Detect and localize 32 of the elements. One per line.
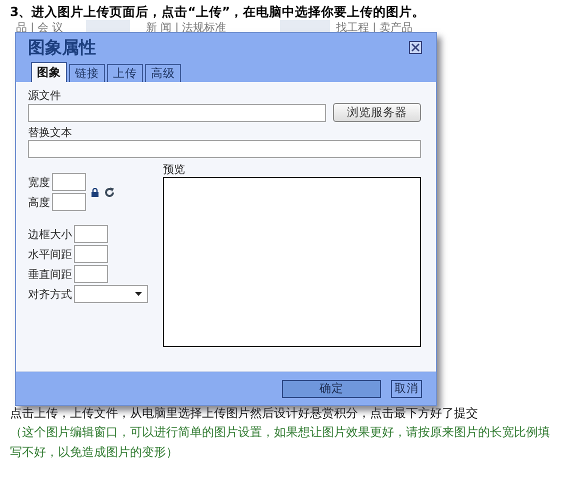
spacing-field[interactable] (74, 225, 108, 243)
field-label: 高度 (28, 194, 50, 210)
field-label: 宽度 (28, 174, 50, 190)
alt-text-field[interactable] (28, 140, 421, 158)
tab[interactable]: 高级 (145, 64, 181, 82)
width-field[interactable] (52, 173, 86, 191)
field-label: 对齐方式 (28, 286, 72, 302)
instruction-text: 点击上传，上传文件，从电脑里选择上传图片然后设计好悬赏积分，点击最下方好了提交 (9, 405, 479, 422)
field-label: 源文件 (28, 88, 62, 103)
source-field[interactable] (28, 104, 326, 122)
field-label: 边框大小 (28, 226, 72, 242)
dialog-title: 图象属性 (28, 37, 96, 59)
lock-icon[interactable] (91, 188, 99, 196)
reset-icon[interactable] (104, 186, 115, 198)
note-text: （这个图片编辑窗口，可以进行简单的图片设置，如果想让图片效果更好，请按原来图片的长宽比例填写不好，以免造成图片的变形） (9, 424, 551, 461)
align-dropdown[interactable] (74, 285, 148, 303)
tab[interactable]: 上传 (107, 64, 143, 82)
field-label: 替换文本 (28, 125, 73, 140)
preview-label: 预览 (163, 162, 186, 177)
cancel-button[interactable]: 取消 (391, 380, 422, 398)
spacing-field[interactable] (74, 245, 108, 263)
field-label: 水平间距 (28, 246, 72, 262)
height-field[interactable] (52, 193, 86, 211)
tab[interactable]: 链接 (69, 64, 105, 82)
spacing-field[interactable] (74, 265, 108, 283)
close-icon[interactable] (409, 41, 422, 54)
ok-button[interactable]: 确定 (282, 380, 381, 398)
step-heading: 3、进入图片上传页面后，点击“上传”，在电脑中选择你要上传的图片。 (9, 3, 426, 21)
dropdown-arrow-icon (135, 292, 142, 296)
field-label: 垂直间距 (28, 266, 72, 282)
browse-button[interactable]: 浏览服务器 (333, 103, 421, 122)
tab[interactable]: 图象 (31, 62, 67, 82)
